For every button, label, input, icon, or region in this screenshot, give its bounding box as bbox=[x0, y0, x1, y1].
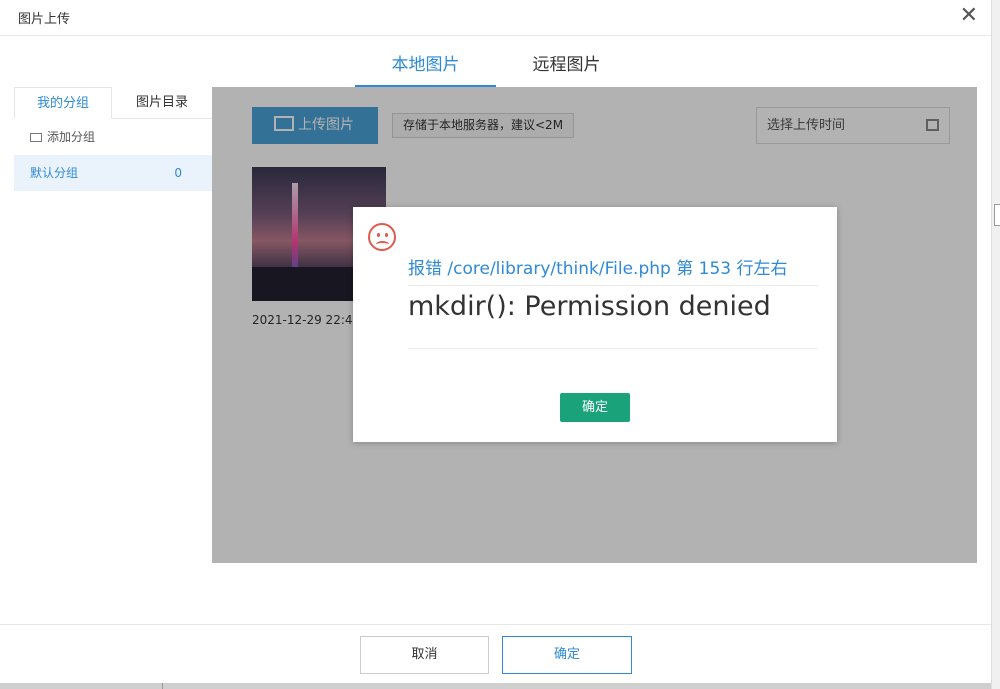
sad-face-eye bbox=[377, 233, 380, 237]
cancel-button[interactable]: 取消 bbox=[360, 636, 489, 674]
sad-face-eye bbox=[385, 233, 388, 237]
main-tabs: 本地图片 远程图片 bbox=[0, 36, 1000, 87]
group-name: 默认分组 bbox=[30, 166, 79, 180]
upload-tip: 存储于本地服务器，建议<2M bbox=[392, 113, 575, 138]
tab-my-groups[interactable]: 我的分组 bbox=[14, 87, 112, 119]
dialog-title: 图片上传 bbox=[18, 12, 71, 27]
calendar-icon bbox=[926, 119, 939, 131]
upload-date-picker[interactable]: 选择上传时间 bbox=[756, 107, 950, 144]
strip-divider bbox=[162, 683, 163, 689]
upload-image-button[interactable]: 上传图片 bbox=[252, 107, 378, 144]
group-count: 0 bbox=[174, 166, 182, 180]
error-modal: 报错 /core/library/think/File.php 第 153 行左… bbox=[353, 207, 837, 442]
tab-remote-images[interactable]: 远程图片 bbox=[496, 50, 637, 87]
title-bar: 图片上传 ✕ bbox=[0, 0, 1000, 36]
sad-face-mouth bbox=[376, 241, 389, 248]
folder-add-icon bbox=[30, 133, 42, 142]
tab-image-directory[interactable]: 图片目录 bbox=[112, 87, 212, 119]
group-sidebar: 我的分组 图片目录 添加分组 默认分组 0 bbox=[14, 87, 212, 563]
confirm-button[interactable]: 确定 bbox=[502, 636, 632, 674]
sad-face-icon bbox=[368, 223, 396, 251]
date-picker-placeholder: 选择上传时间 bbox=[767, 118, 846, 133]
image-icon bbox=[274, 116, 294, 131]
close-icon[interactable]: ✕ bbox=[960, 4, 978, 28]
sidebar-item-default-group[interactable]: 默认分组 0 bbox=[14, 155, 212, 191]
error-title: 报错 /core/library/think/File.php 第 153 行左… bbox=[408, 254, 818, 286]
add-group-label: 添加分组 bbox=[47, 130, 96, 144]
bottom-strip bbox=[0, 683, 1000, 689]
dialog-footer: 取消 确定 bbox=[0, 624, 1000, 689]
tab-local-images[interactable]: 本地图片 bbox=[355, 50, 496, 87]
add-group-button[interactable]: 添加分组 bbox=[14, 119, 212, 155]
error-message: mkdir(): Permission denied bbox=[408, 291, 818, 349]
sidebar-tabs: 我的分组 图片目录 bbox=[14, 87, 212, 119]
upload-button-label: 上传图片 bbox=[298, 117, 354, 133]
modal-ok-button[interactable]: 确定 bbox=[560, 393, 630, 422]
